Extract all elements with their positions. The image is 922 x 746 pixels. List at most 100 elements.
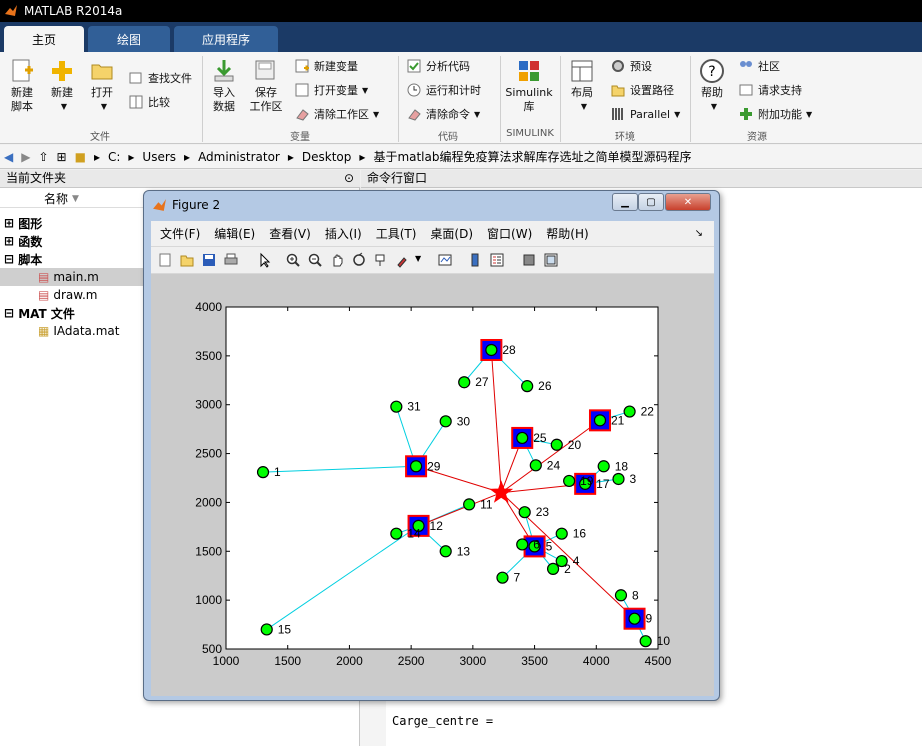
tab-home[interactable]: 主页 [4,26,84,52]
x-tick-label: 4500 [645,654,672,668]
set-path-button[interactable]: 设置路径 [610,82,674,98]
open-variable-button[interactable]: 打开变量 ▼ [294,82,368,98]
minimize-button[interactable]: ▁ [612,193,638,211]
folder-scripts[interactable]: ⊟ 脚本 [0,250,145,268]
up-folder-icon[interactable]: ⇧ [38,150,48,164]
find-files-label: 查找文件 [148,72,192,85]
compare-icon [129,95,143,109]
new-figure-icon[interactable] [157,252,173,268]
menu-file[interactable]: 文件(F) [160,225,200,242]
file-draw-m[interactable]: ▤ draw.m [0,286,145,304]
address-bar: ◀ ▶ ⇧ ⊞ ■ ▸ C: ▸ Users ▸ Administrator ▸ De… [0,145,922,169]
menu-desktop[interactable]: 桌面(D) [430,225,473,242]
data-point [409,460,423,473]
menu-view[interactable]: 查看(V) [269,225,311,242]
analyze-code-button[interactable]: 分析代码 [406,58,470,74]
folder-mat-files[interactable]: ⊟ MAT 文件 [0,304,145,322]
import-data-button[interactable]: 导入 数据 [208,58,240,114]
help-button[interactable]: ? 帮助 ▼ [696,58,728,114]
clear-commands-button[interactable]: 清除命令 ▼ [406,106,480,122]
layout-button[interactable]: 布局 ▼ [566,58,598,114]
name-column-header[interactable]: 名称 ▼ [0,190,145,208]
link-plot-icon[interactable] [437,252,453,268]
breadcrumb[interactable]: C: [108,150,120,164]
preferences-button[interactable]: 预设 [610,58,652,74]
point-label: 16 [573,527,587,541]
save-workspace-label: 保存 工作区 [249,86,283,113]
request-support-button[interactable]: 请求支持 [738,82,802,98]
open-file-icon[interactable] [179,252,195,268]
new-label: 新建 [51,86,73,99]
file-main-m[interactable]: ▤ main.m [0,268,145,286]
simulink-library-button[interactable]: Simulink 库 [504,58,554,114]
parallel-button[interactable]: Parallel ▼ [610,106,680,122]
folder-functions[interactable]: ⊞ 函数 [0,232,145,250]
menu-window[interactable]: 窗口(W) [487,225,532,242]
tab-apps[interactable]: 应用程序 [174,26,278,52]
menu-insert[interactable]: 插入(I) [325,225,362,242]
data-point [496,571,509,584]
pointer-icon[interactable] [257,252,273,268]
point-label: 27 [475,375,489,389]
data-point [639,635,652,648]
new-script-label: 新建 脚本 [11,86,33,113]
community-button[interactable]: 社区 [738,58,780,74]
tab-plots[interactable]: 绘图 [88,26,170,52]
simulink-icon [519,61,539,81]
brush-icon[interactable] [395,252,411,268]
menu-help[interactable]: 帮助(H) [546,225,588,242]
forward-icon[interactable]: ▶ [21,150,30,164]
folder-graphics[interactable]: ⊞ 图形 [0,214,145,232]
zoom-in-icon[interactable] [285,252,301,268]
point-label: 21 [611,413,625,427]
point-label: 17 [596,477,610,491]
find-files-button[interactable]: 查找文件 [128,70,192,86]
y-tick-label: 4000 [195,300,222,314]
browse-icon[interactable]: ⊞ [57,150,67,164]
back-icon[interactable]: ◀ [4,150,13,164]
menu-tools[interactable]: 工具(T) [376,225,417,242]
scatter-plot[interactable]: 1000 1500 2000 2500 3000 3500 4000 450050010001… [151,274,714,696]
save-icon[interactable] [201,252,217,268]
menu-edit[interactable]: 编辑(E) [214,225,255,242]
data-point [612,472,625,486]
folder-icon: ■ [74,149,86,164]
zoom-out-icon[interactable] [307,252,323,268]
file-iadata-mat[interactable]: ▦ IAdata.mat [0,322,145,340]
run-and-time-button[interactable]: 运行和计时 [406,82,481,98]
divider [560,56,561,142]
rotate-3d-icon[interactable] [351,252,367,268]
command-window-header: 命令行窗口 [361,170,922,188]
import-icon [214,60,234,82]
show-plot-tools-icon[interactable] [543,252,559,268]
data-cursor-icon[interactable] [373,252,389,268]
data-point [485,343,498,357]
breadcrumb[interactable]: Administrator [198,150,280,164]
new-variable-button[interactable]: 新建变量 [294,58,358,74]
open-button[interactable]: 打开 ▼ [86,58,118,114]
y-tick-label: 3000 [195,398,222,412]
panel-menu-icon[interactable]: ⊙ [344,170,354,187]
colorbar-icon[interactable] [467,252,483,268]
folder-label: 函数 [18,234,43,249]
run-time-label: 运行和计时 [426,84,481,97]
save-workspace-button[interactable]: 保存 工作区 [248,58,284,114]
hide-plot-tools-icon[interactable] [521,252,537,268]
clear-workspace-button[interactable]: 清除工作区 ▼ [294,106,379,122]
maximize-button[interactable]: ▢ [638,193,664,211]
legend-icon[interactable] [489,252,505,268]
addons-button[interactable]: 附加功能 ▼ [738,106,812,122]
compare-button[interactable]: 比较 [128,94,170,110]
print-icon[interactable] [223,252,239,268]
pan-icon[interactable] [329,252,345,268]
close-button[interactable]: ✕ [665,193,711,211]
breadcrumb[interactable]: 基于matlab编程免疫算法求解库存选址之简单模型源码程序 [373,148,691,165]
new-script-button[interactable]: 新建 脚本 [6,58,38,114]
breadcrumb[interactable]: Desktop [302,150,352,164]
new-button[interactable]: 新建 ▼ [46,58,78,114]
save-workspace-icon [255,60,275,80]
point-label: 9 [646,612,653,626]
undock-icon[interactable]: ↘ [695,228,703,239]
chevron-down-icon[interactable]: ▼ [415,254,421,263]
breadcrumb[interactable]: Users [142,150,176,164]
